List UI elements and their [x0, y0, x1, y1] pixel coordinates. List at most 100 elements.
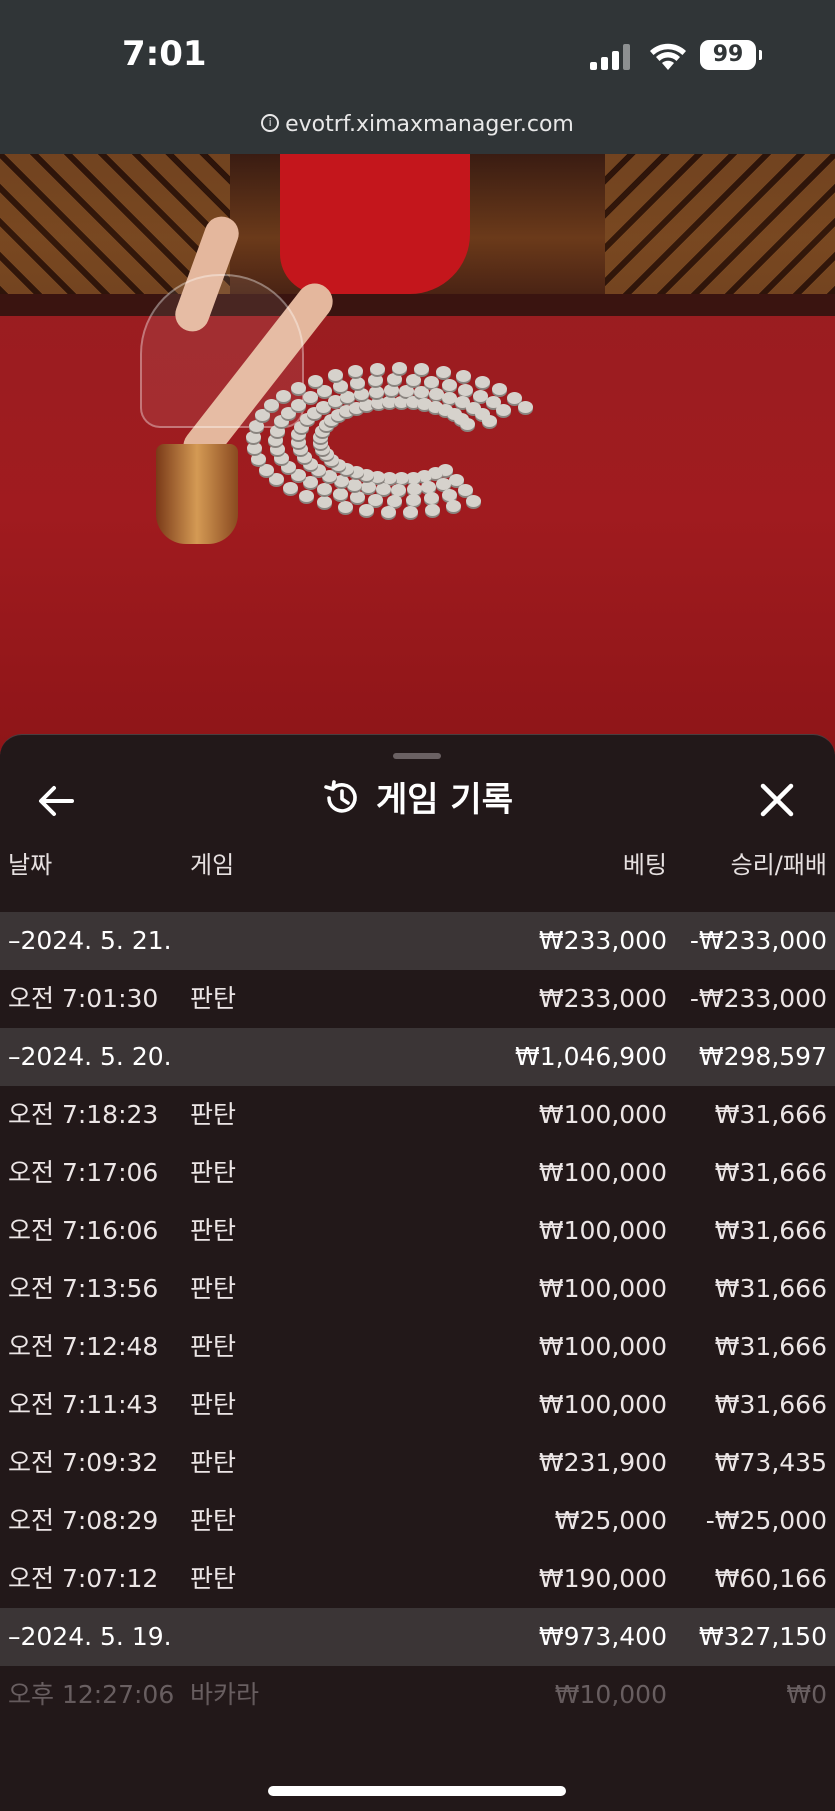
status-time: 7:01 — [122, 34, 207, 74]
bead — [368, 374, 384, 387]
row-bet: ₩25,000 — [554, 1506, 667, 1535]
bead — [302, 476, 318, 489]
info-icon: i — [261, 114, 280, 132]
bead — [465, 495, 481, 508]
bead — [481, 414, 497, 427]
date-group-row[interactable]: –2024. 5. 20. ₩1,046,900 ₩298,597 — [0, 1028, 835, 1086]
row-game: 판탄 — [190, 1332, 237, 1361]
row-game: 판탄 — [190, 1216, 237, 1245]
row-game: 판탄 — [190, 1506, 237, 1535]
row-win-loss: ₩31,666 — [714, 1332, 827, 1361]
bead — [258, 463, 274, 476]
address-bar[interactable]: i evotrf.ximaxmanager.com — [0, 100, 835, 154]
bead — [496, 404, 512, 417]
bead — [370, 362, 386, 375]
bead — [435, 365, 451, 378]
status-bar: 7:01 99 — [0, 0, 835, 100]
table-row[interactable]: 오전 7:13:56 판탄 ₩100,000 ₩31,666 — [0, 1260, 835, 1318]
close-icon[interactable] — [754, 777, 800, 823]
row-bet: ₩190,000 — [538, 1564, 667, 1593]
bead — [368, 385, 384, 398]
bead — [348, 365, 364, 378]
row-win-loss: ₩60,166 — [714, 1564, 827, 1593]
table-row[interactable]: 오전 7:08:29 판탄 ₩25,000 -₩25,000 — [0, 1492, 835, 1550]
table-row[interactable]: 오후 12:27:06 바카라 ₩10,000 ₩0 — [0, 1666, 835, 1724]
row-date: 오전 7:08:29 — [8, 1506, 159, 1535]
bead — [414, 385, 430, 398]
fantan-beads — [246, 362, 534, 518]
row-bet: ₩233,000 — [538, 926, 667, 955]
page-title: 게임 기록 — [376, 780, 513, 820]
home-indicator[interactable] — [268, 1786, 566, 1796]
cellular-signal-icon — [590, 44, 632, 70]
row-win-loss: ₩327,150 — [698, 1622, 827, 1651]
row-win-loss: ₩31,666 — [714, 1216, 827, 1245]
bead — [327, 369, 343, 382]
row-date: 오전 7:17:06 — [8, 1158, 159, 1187]
bead — [269, 473, 285, 486]
bead — [376, 483, 392, 496]
panel-header: 게임 기록 — [0, 775, 835, 825]
table-row[interactable]: 오전 7:09:32 판탄 ₩231,900 ₩73,435 — [0, 1434, 835, 1492]
dealer-figure — [280, 154, 470, 294]
row-game: 판탄 — [190, 1448, 237, 1477]
row-bet: ₩10,000 — [554, 1680, 667, 1709]
row-bet: ₩100,000 — [538, 1100, 667, 1129]
row-win-loss: -₩233,000 — [689, 926, 827, 955]
bead — [346, 478, 362, 491]
bead — [406, 482, 422, 495]
live-video — [0, 154, 835, 754]
row-date: 오후 12:27:06 — [8, 1680, 175, 1709]
battery-icon: 99 — [700, 40, 762, 70]
table-header: 날짜 게임 베팅 승리/패배 — [0, 845, 835, 891]
date-group-row[interactable]: –2024. 5. 21. ₩233,000 -₩233,000 — [0, 912, 835, 970]
row-date: –2024. 5. 20. — [8, 1042, 172, 1071]
bead — [263, 399, 279, 412]
date-group-row[interactable]: –2024. 5. 19. ₩973,400 ₩327,150 — [0, 1608, 835, 1666]
table-row[interactable]: 오전 7:17:06 판탄 ₩100,000 ₩31,666 — [0, 1144, 835, 1202]
bead — [350, 491, 366, 504]
header-bet[interactable]: 베팅 — [623, 845, 667, 880]
table-row[interactable]: 오전 7:16:06 판탄 ₩100,000 ₩31,666 — [0, 1202, 835, 1260]
bead — [361, 481, 377, 494]
drag-handle[interactable] — [393, 753, 441, 759]
bead — [492, 383, 508, 396]
bead — [317, 482, 332, 495]
wifi-icon — [650, 43, 686, 70]
bead — [248, 420, 264, 433]
row-win-loss: ₩298,597 — [698, 1042, 827, 1071]
row-win-loss: ₩73,435 — [714, 1448, 827, 1477]
bead — [424, 503, 440, 516]
bead — [458, 383, 474, 396]
row-game: 바카라 — [190, 1680, 260, 1709]
table-row[interactable]: 오전 7:18:23 판탄 ₩100,000 ₩31,666 — [0, 1086, 835, 1144]
row-bet: ₩100,000 — [538, 1390, 667, 1419]
bead — [291, 381, 307, 394]
row-date: 오전 7:13:56 — [8, 1274, 159, 1303]
bead — [475, 375, 491, 388]
row-date: 오전 7:12:48 — [8, 1332, 159, 1361]
row-win-loss: ₩31,666 — [714, 1274, 827, 1303]
header-win-loss[interactable]: 승리/패배 — [731, 845, 827, 880]
table-rail — [0, 294, 835, 316]
bead — [391, 483, 407, 496]
header-game[interactable]: 게임 — [190, 845, 234, 880]
bead — [340, 391, 356, 404]
row-win-loss: -₩233,000 — [689, 984, 827, 1013]
bead — [456, 370, 472, 383]
bead — [283, 482, 299, 495]
header-date[interactable]: 날짜 — [8, 845, 52, 880]
bead — [303, 391, 319, 404]
table-row[interactable]: 오전 7:01:30 판탄 ₩233,000 -₩233,000 — [0, 970, 835, 1028]
bead — [354, 387, 370, 400]
bead — [383, 384, 399, 397]
table-row[interactable]: 오전 7:11:43 판탄 ₩100,000 ₩31,666 — [0, 1376, 835, 1434]
history-icon — [324, 779, 357, 813]
row-game: 판탄 — [190, 1100, 237, 1129]
table-row[interactable]: 오전 7:07:12 판탄 ₩190,000 ₩60,166 — [0, 1550, 835, 1608]
row-date: 오전 7:18:23 — [8, 1100, 159, 1129]
table-row[interactable]: 오전 7:12:48 판탄 ₩100,000 ₩31,666 — [0, 1318, 835, 1376]
row-bet: ₩100,000 — [538, 1216, 667, 1245]
row-bet: ₩231,900 — [538, 1448, 667, 1477]
bead — [317, 496, 333, 509]
